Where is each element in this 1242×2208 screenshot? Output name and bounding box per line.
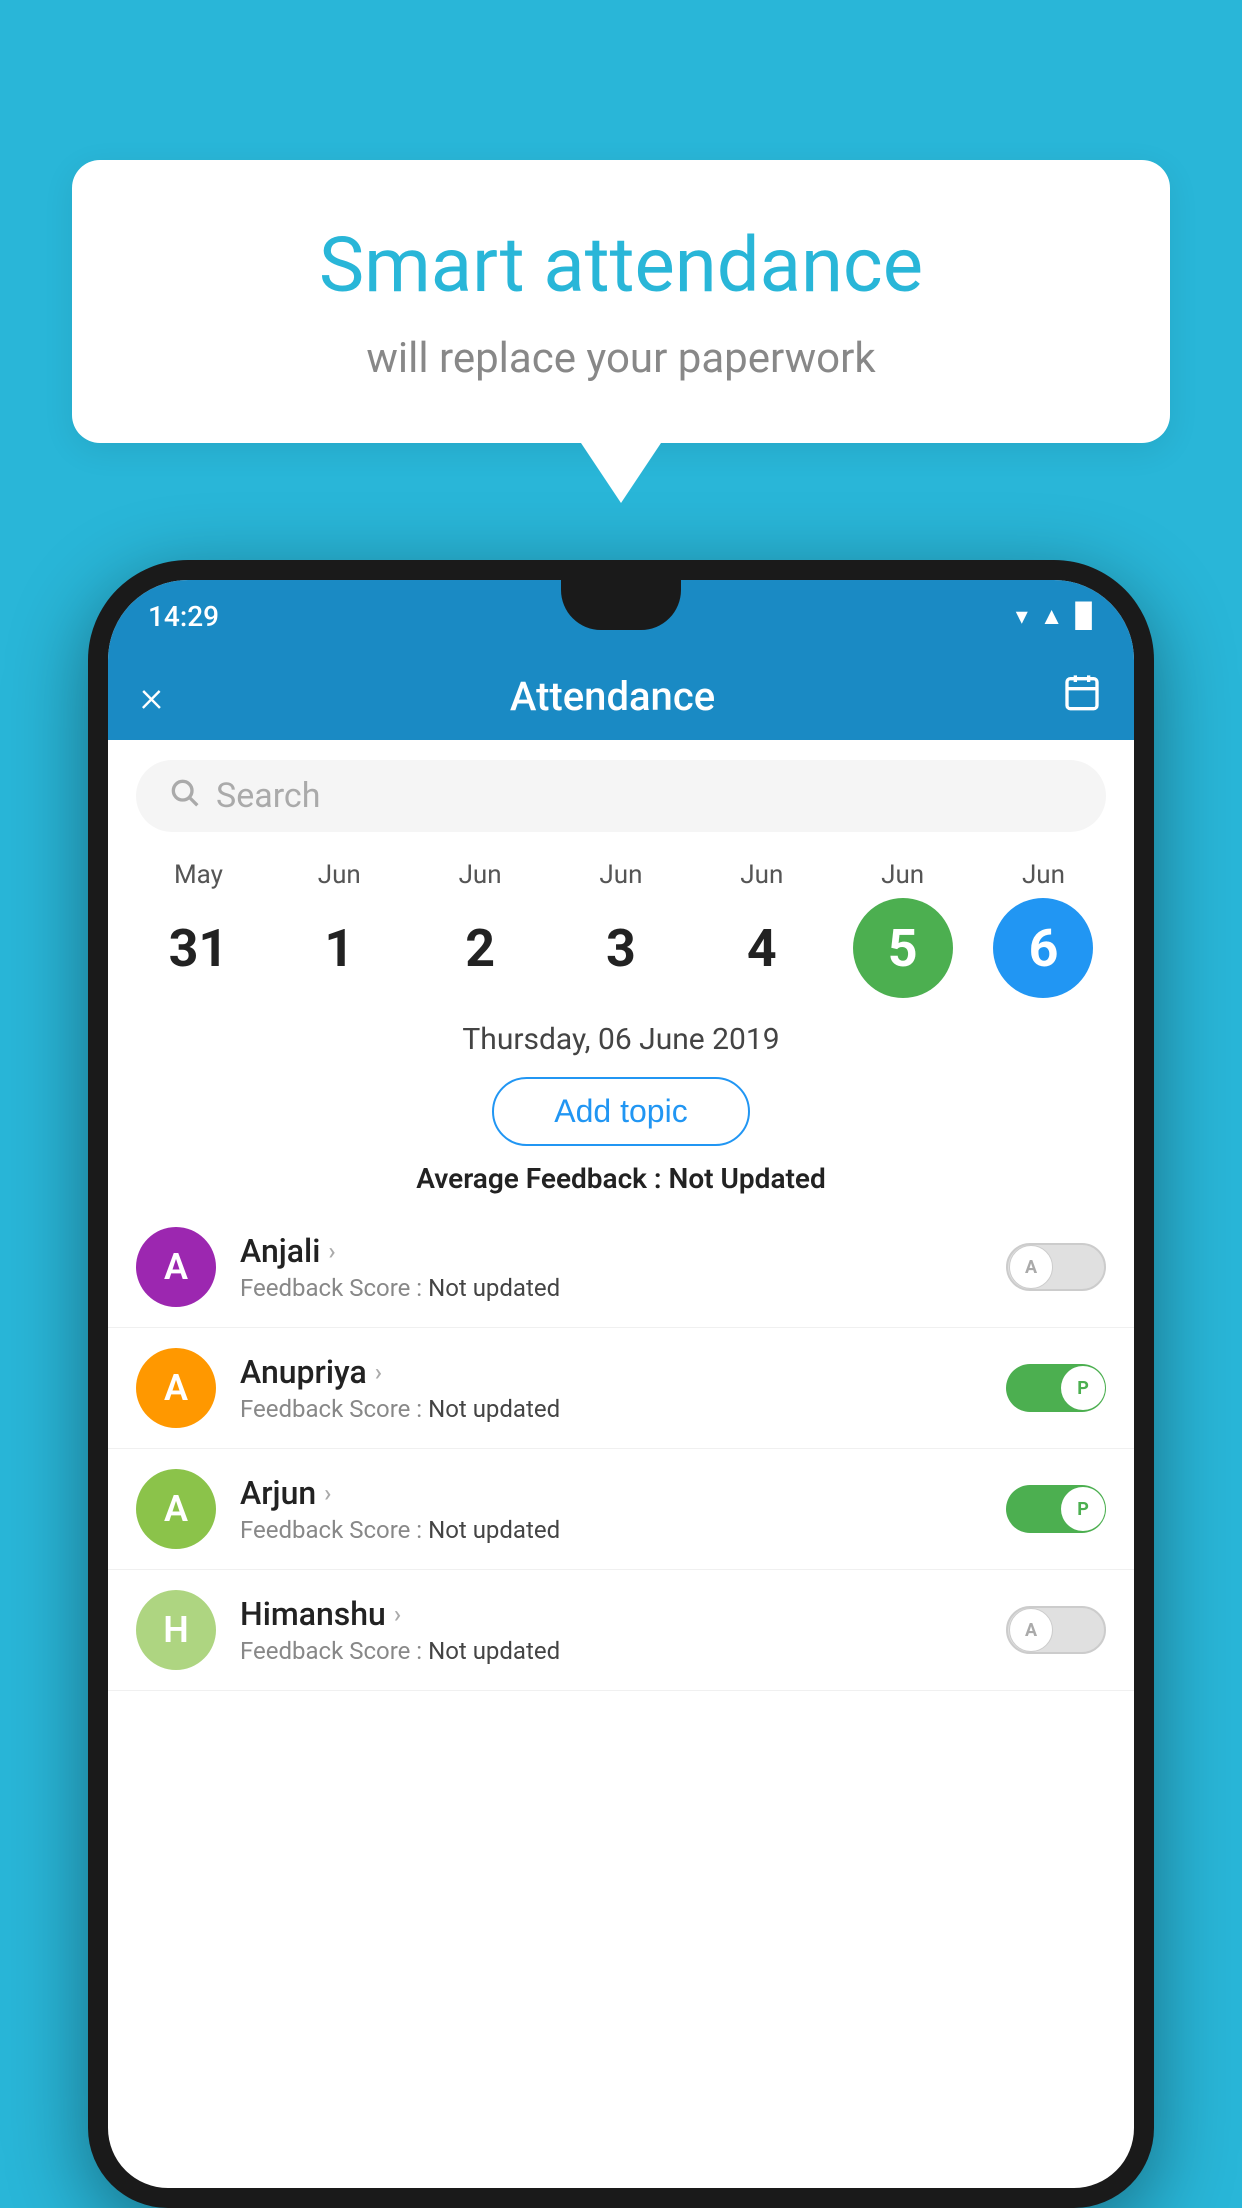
close-button[interactable]: ×	[140, 670, 163, 722]
search-placeholder: Search	[216, 776, 320, 816]
student-info-himanshu: Himanshu › Feedback Score : Not updated	[240, 1595, 982, 1665]
cal-day-jun2[interactable]: Jun 2	[420, 860, 540, 998]
calendar-strip: May 31 Jun 1 Jun 2 Jun 3 Jun 4 Jun 5	[108, 852, 1134, 998]
student-item-anupriya[interactable]: A Anupriya › Feedback Score : Not update…	[108, 1328, 1134, 1449]
student-feedback-anjali: Feedback Score : Not updated	[240, 1274, 982, 1302]
cal-day-may31[interactable]: May 31	[138, 860, 258, 998]
speech-bubble-tail	[581, 443, 661, 503]
notch	[561, 580, 681, 630]
phone-inner: 14:29 ▾ ▲ ▉ × Attendance	[108, 580, 1134, 2188]
header-title: Attendance	[510, 673, 715, 720]
average-feedback: Average Feedback : Not Updated	[108, 1162, 1134, 1195]
student-info-anjali: Anjali › Feedback Score : Not updated	[240, 1232, 982, 1302]
calendar-icon[interactable]	[1062, 672, 1102, 721]
attendance-toggle-arjun[interactable]: P	[1006, 1485, 1106, 1533]
chevron-right-icon: ›	[394, 1600, 401, 1628]
phone-frame: 14:29 ▾ ▲ ▉ × Attendance	[88, 560, 1154, 2208]
cal-day-jun1[interactable]: Jun 1	[279, 860, 399, 998]
toggle-knob-anupriya: P	[1061, 1366, 1105, 1410]
student-feedback-arjun: Feedback Score : Not updated	[240, 1516, 982, 1544]
cal-day-jun3[interactable]: Jun 3	[561, 860, 681, 998]
avatar-anjali: A	[136, 1227, 216, 1307]
attendance-toggle-himanshu[interactable]: A	[1006, 1606, 1106, 1654]
add-topic-button[interactable]: Add topic	[492, 1077, 749, 1146]
speech-bubble: Smart attendance will replace your paper…	[72, 160, 1170, 443]
speech-bubble-wrapper: Smart attendance will replace your paper…	[72, 160, 1170, 503]
avatar-himanshu: H	[136, 1590, 216, 1670]
attendance-toggle-anupriya[interactable]: P	[1006, 1364, 1106, 1412]
battery-icon: ▉	[1076, 602, 1094, 630]
search-bar[interactable]: Search	[136, 760, 1106, 832]
student-name-arjun: Arjun ›	[240, 1474, 982, 1512]
search-icon	[168, 776, 200, 816]
speech-bubble-title: Smart attendance	[152, 220, 1090, 310]
student-info-anupriya: Anupriya › Feedback Score : Not updated	[240, 1353, 982, 1423]
status-bar: 14:29 ▾ ▲ ▉	[108, 580, 1134, 652]
student-info-arjun: Arjun › Feedback Score : Not updated	[240, 1474, 982, 1544]
student-item-arjun[interactable]: A Arjun › Feedback Score : Not updated P	[108, 1449, 1134, 1570]
toggle-knob-arjun: P	[1061, 1487, 1105, 1531]
avatar-anupriya: A	[136, 1348, 216, 1428]
avg-feedback-value: Not Updated	[669, 1162, 826, 1195]
chevron-right-icon: ›	[375, 1358, 382, 1386]
student-item-himanshu[interactable]: H Himanshu › Feedback Score : Not update…	[108, 1570, 1134, 1691]
app-header: × Attendance	[108, 652, 1134, 740]
cal-day-jun4[interactable]: Jun 4	[702, 860, 822, 998]
status-time: 14:29	[148, 600, 219, 633]
student-item-anjali[interactable]: A Anjali › Feedback Score : Not updated …	[108, 1207, 1134, 1328]
toggle-knob-himanshu: A	[1009, 1608, 1053, 1652]
status-icons: ▾ ▲ ▉	[1016, 602, 1094, 631]
signal-icon: ▲	[1040, 602, 1064, 631]
student-name-anupriya: Anupriya ›	[240, 1353, 982, 1391]
student-feedback-anupriya: Feedback Score : Not updated	[240, 1395, 982, 1423]
chevron-right-icon: ›	[324, 1479, 331, 1507]
student-feedback-himanshu: Feedback Score : Not updated	[240, 1637, 982, 1665]
avatar-arjun: A	[136, 1469, 216, 1549]
attendance-toggle-anjali[interactable]: A	[1006, 1243, 1106, 1291]
student-name-himanshu: Himanshu ›	[240, 1595, 982, 1633]
toggle-knob-anjali: A	[1009, 1245, 1053, 1289]
student-name-anjali: Anjali ›	[240, 1232, 982, 1270]
student-list: A Anjali › Feedback Score : Not updated …	[108, 1207, 1134, 1691]
avg-feedback-label: Average Feedback :	[416, 1162, 668, 1195]
chevron-right-icon: ›	[328, 1237, 335, 1265]
cal-day-jun5[interactable]: Jun 5	[843, 860, 963, 998]
wifi-icon: ▾	[1016, 602, 1028, 630]
speech-bubble-subtitle: will replace your paperwork	[152, 334, 1090, 383]
cal-day-jun6[interactable]: Jun 6	[983, 860, 1103, 998]
selected-date: Thursday, 06 June 2019	[108, 998, 1134, 1069]
